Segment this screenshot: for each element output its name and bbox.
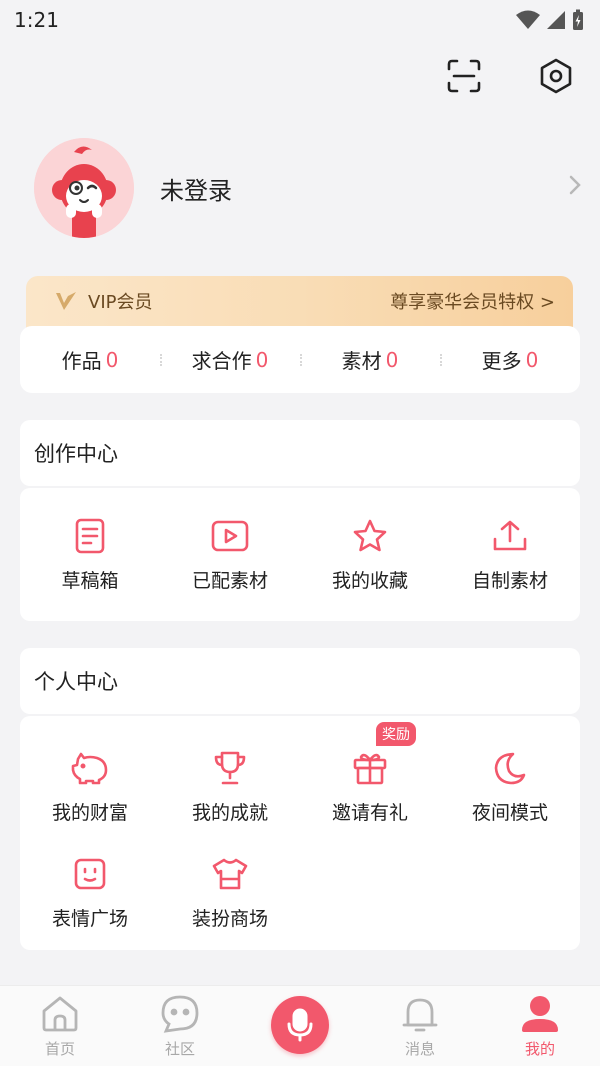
achievements-item[interactable]: 我的成就 bbox=[160, 748, 300, 825]
stat-label: 求合作 bbox=[191, 349, 252, 373]
dress-up-mall-item[interactable]: 装扮商场 bbox=[160, 854, 300, 931]
nav-home[interactable]: 首页 bbox=[0, 994, 120, 1059]
wifi-icon bbox=[516, 10, 540, 29]
creation-center-header: 创作中心 bbox=[20, 420, 580, 486]
emoji-icon bbox=[70, 854, 110, 894]
home-icon bbox=[42, 996, 78, 1032]
emoji-plaza-item[interactable]: 表情广场 bbox=[20, 854, 160, 931]
moon-icon bbox=[490, 748, 530, 788]
vip-v-icon bbox=[56, 292, 76, 310]
grid-item-label: 夜间模式 bbox=[471, 802, 548, 824]
grid-item-label: 已配素材 bbox=[191, 570, 268, 592]
grid-item-label: 我的财富 bbox=[51, 802, 128, 824]
tshirt-icon bbox=[210, 854, 250, 894]
nav-label: 我的 bbox=[524, 1040, 555, 1058]
grid-item-label: 邀请有礼 bbox=[331, 802, 408, 824]
status-bar: 1:21 bbox=[0, 0, 600, 40]
grid-item-label: 我的成就 bbox=[191, 802, 268, 824]
profile-row[interactable]: 未登录 bbox=[34, 138, 582, 238]
grid-item-label: 草稿箱 bbox=[61, 570, 119, 592]
status-icons bbox=[516, 9, 584, 31]
record-mic-button[interactable] bbox=[271, 996, 329, 1054]
personal-center-grid: 我的财富 我的成就 奖励 邀请有礼 夜间模式 表情广场 装扮商场 bbox=[20, 716, 580, 950]
grid-item-label: 我的收藏 bbox=[331, 570, 408, 592]
grid-item-label: 装扮商场 bbox=[191, 908, 268, 930]
gift-icon: 奖励 bbox=[350, 722, 416, 788]
community-icon bbox=[161, 995, 199, 1033]
username: 未登录 bbox=[160, 176, 232, 205]
grid-item-label: 自制素材 bbox=[471, 570, 548, 592]
vip-label-group: VIP会员 bbox=[54, 288, 152, 314]
trophy-icon bbox=[210, 748, 250, 788]
vip-privilege-link[interactable]: 尊享豪华会员特权 > bbox=[390, 288, 555, 314]
stat-collaboration[interactable]: 求合作 0 bbox=[160, 345, 300, 374]
personal-center-header: 个人中心 bbox=[20, 648, 580, 714]
profile-icon bbox=[522, 996, 558, 1032]
settings-button[interactable] bbox=[536, 56, 576, 96]
nav-community[interactable]: 社区 bbox=[120, 994, 240, 1059]
stat-count: 0 bbox=[255, 347, 269, 372]
settings-hexagon-icon bbox=[540, 58, 572, 94]
play-video-icon bbox=[210, 516, 250, 556]
nav-label: 社区 bbox=[164, 1040, 195, 1058]
piggy-bank-icon bbox=[70, 748, 110, 788]
stat-count: 0 bbox=[385, 347, 399, 372]
invite-gift-item[interactable]: 奖励 邀请有礼 bbox=[300, 722, 440, 825]
top-actions bbox=[444, 56, 576, 96]
section-title: 个人中心 bbox=[34, 670, 118, 694]
dubbed-materials-item[interactable]: 已配素材 bbox=[160, 516, 300, 593]
stat-works[interactable]: 作品 0 bbox=[20, 345, 160, 374]
nav-me[interactable]: 我的 bbox=[480, 994, 600, 1059]
stat-more[interactable]: 更多 0 bbox=[440, 345, 580, 374]
vip-label: VIP会员 bbox=[88, 292, 153, 313]
stat-label: 素材 bbox=[341, 349, 382, 373]
stats-card: 作品 0 求合作 0 素材 0 更多 0 bbox=[20, 326, 580, 393]
drafts-item[interactable]: 草稿箱 bbox=[20, 516, 160, 593]
night-mode-item[interactable]: 夜间模式 bbox=[440, 748, 580, 825]
nav-label: 消息 bbox=[404, 1040, 435, 1058]
microphone-icon bbox=[287, 1008, 313, 1042]
monkey-mascot-icon bbox=[34, 138, 134, 238]
signal-icon bbox=[547, 11, 565, 29]
section-title: 创作中心 bbox=[34, 442, 118, 466]
stat-count: 0 bbox=[525, 347, 539, 372]
grid-item-label: 表情广场 bbox=[51, 908, 128, 930]
creation-center-grid: 草稿箱 已配素材 我的收藏 自制素材 bbox=[20, 488, 580, 621]
nav-label: 首页 bbox=[44, 1040, 75, 1058]
stat-label: 更多 bbox=[481, 349, 522, 373]
avatar[interactable] bbox=[34, 138, 134, 238]
upload-icon bbox=[490, 516, 530, 556]
vip-banner[interactable]: VIP会员 尊享豪华会员特权 > bbox=[26, 276, 573, 332]
drafts-icon bbox=[70, 516, 110, 556]
stat-count: 0 bbox=[105, 347, 119, 372]
stat-materials[interactable]: 素材 0 bbox=[300, 345, 440, 374]
star-icon bbox=[350, 516, 390, 556]
scan-icon bbox=[447, 59, 481, 93]
nav-messages[interactable]: 消息 bbox=[360, 994, 480, 1059]
reward-badge: 奖励 bbox=[376, 722, 416, 746]
scan-button[interactable] bbox=[444, 56, 484, 96]
bell-icon bbox=[402, 998, 438, 1032]
favorites-item[interactable]: 我的收藏 bbox=[300, 516, 440, 593]
self-made-materials-item[interactable]: 自制素材 bbox=[440, 516, 580, 593]
battery-icon bbox=[573, 9, 583, 30]
stat-label: 作品 bbox=[61, 349, 102, 373]
wealth-item[interactable]: 我的财富 bbox=[20, 748, 160, 825]
chevron-right-icon bbox=[568, 174, 582, 202]
status-time: 1:21 bbox=[14, 8, 59, 32]
